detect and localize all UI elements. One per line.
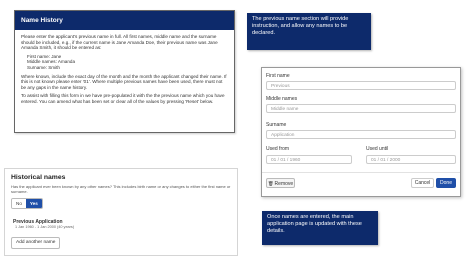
instructions-paragraph: Please enter the applicant's previous na… [21,34,218,51]
historical-names-panel: Historical names Has the applicant ever … [4,168,238,256]
yes-option[interactable]: Yes [25,199,42,208]
done-button[interactable]: Done [436,178,456,188]
example-surname: Surname: Smith [27,64,60,70]
surname-input[interactable]: Application [266,130,456,139]
cancel-button[interactable]: Cancel [411,178,434,188]
previous-name-form: First name Previous Middle names Middle … [261,67,461,197]
name-history-body: Please enter the applicant's previous na… [15,30,234,112]
other-names-toggle: No Yes [11,198,43,209]
used-from-label: Used from [266,146,290,152]
used-until-label: Used until [366,146,389,152]
first-name-label: First name [266,73,290,79]
used-from-input[interactable]: 01 / 01 / 1960 [266,155,352,164]
name-history-title: Name History [15,11,234,30]
historical-names-title: Historical names [11,174,66,181]
prepopulate-paragraph: To assist with filling this form in we h… [21,93,225,104]
middle-names-label: Middle names [266,96,298,102]
trash-icon: 🗑 [267,181,274,186]
remove-button[interactable]: 🗑Remove [266,178,295,188]
form-divider [262,172,460,173]
previous-name-entry-dates: 1 Jan 1960 - 1 Jan 2000 (40 years) [15,225,75,229]
no-option[interactable]: No [12,199,26,208]
dates-paragraph: Where known, include the exact day of th… [21,73,227,90]
middle-names-input[interactable]: Middle name [266,104,456,113]
first-name-input[interactable]: Previous [266,81,456,90]
used-until-input[interactable]: 01 / 01 / 2000 [366,155,456,164]
surname-label: Surname [266,122,287,128]
add-another-name-button[interactable]: Add another name [11,237,61,249]
other-names-question: Has the applicant ever been known by any… [11,184,231,194]
callout-top: The previous name section will provide i… [247,13,371,50]
remove-label: Remove [274,181,294,187]
callout-bottom: Once names are entered, the main applica… [262,211,378,245]
name-history-panel: Name History Please enter the applicant'… [14,10,235,133]
